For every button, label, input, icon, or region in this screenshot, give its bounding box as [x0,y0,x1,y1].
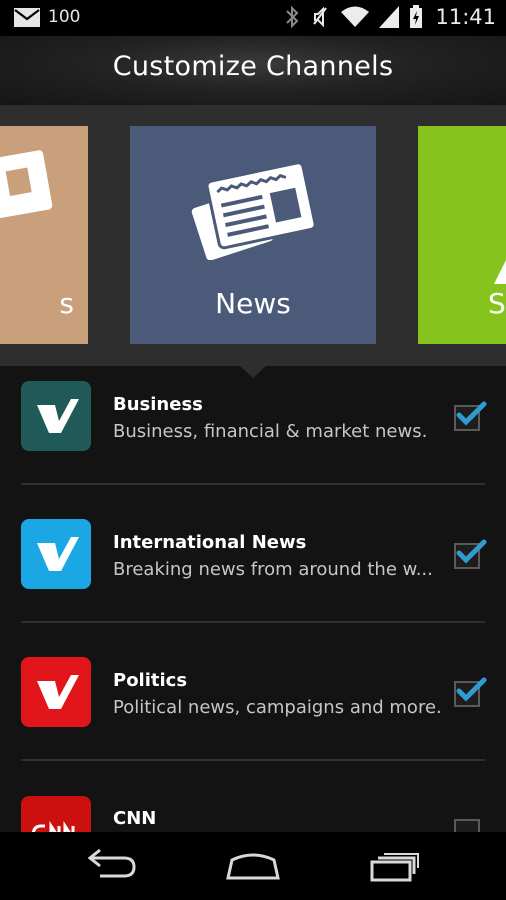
home-icon [226,853,280,880]
category-tile-left[interactable]: s [0,126,88,344]
recent-apps-icon [370,853,419,882]
cnn-channel-icon [21,796,91,832]
mail-icon [14,7,40,27]
battery-charging-icon [410,5,423,28]
list-item[interactable]: CNN [0,780,506,832]
checkmark-icon [456,539,487,564]
v-logo-icon [37,675,79,709]
channel-title: Business [113,394,203,415]
channel-description: Political news, campaigns and more. [113,697,442,718]
notification-count: 100 [48,7,81,27]
divider [21,759,485,761]
checkmark-icon [456,677,487,702]
tile-label: S [488,287,506,320]
selection-pointer [240,366,266,378]
v-logo-icon [37,537,79,571]
signal-icon [379,6,400,28]
divider [21,483,485,485]
business-channel-icon [21,381,91,451]
channel-checkbox[interactable] [454,819,480,832]
channel-title: International News [113,532,307,553]
mute-icon [313,6,328,28]
newspaper-icon [191,161,317,260]
newspaper-icon [0,150,53,223]
triangle-icon [494,260,506,284]
politics-channel-icon [21,657,91,727]
page-title: Customize Channels [112,51,394,82]
checkmark-icon [456,401,487,426]
app-header: Customize Channels [0,36,506,106]
back-icon [87,848,136,878]
category-tile-news[interactable]: News [130,126,376,344]
category-carousel[interactable]: s News S [0,106,506,366]
clock: 11:41 [435,5,496,29]
channel-checkbox[interactable] [454,677,487,707]
channel-description: Business, financial & market news. [113,421,428,442]
channel-title: Politics [113,670,188,691]
wifi-icon [341,6,370,27]
status-right: 11:41 [285,5,496,29]
recent-apps-button[interactable] [364,848,424,884]
channel-title: CNN [113,808,157,829]
channel-list[interactable]: Business Business, financial & market ne… [0,366,506,832]
channel-description: Breaking news from around the w... [113,559,433,580]
navigation-bar [0,832,506,900]
tile-label: News [215,287,291,320]
back-button[interactable] [82,848,142,884]
international-news-channel-icon [21,519,91,589]
bluetooth-icon [286,5,299,29]
tile-label: s [59,287,74,320]
channel-checkbox[interactable] [454,539,487,569]
status-left: 100 [14,7,80,27]
category-tile-right[interactable]: S [418,126,506,344]
cnn-logo-icon [31,821,75,832]
channel-checkbox[interactable] [454,401,487,431]
divider [21,621,485,623]
home-button[interactable] [223,848,283,884]
v-logo-icon [37,399,79,433]
status-bar: 100 11:41 [0,0,506,36]
